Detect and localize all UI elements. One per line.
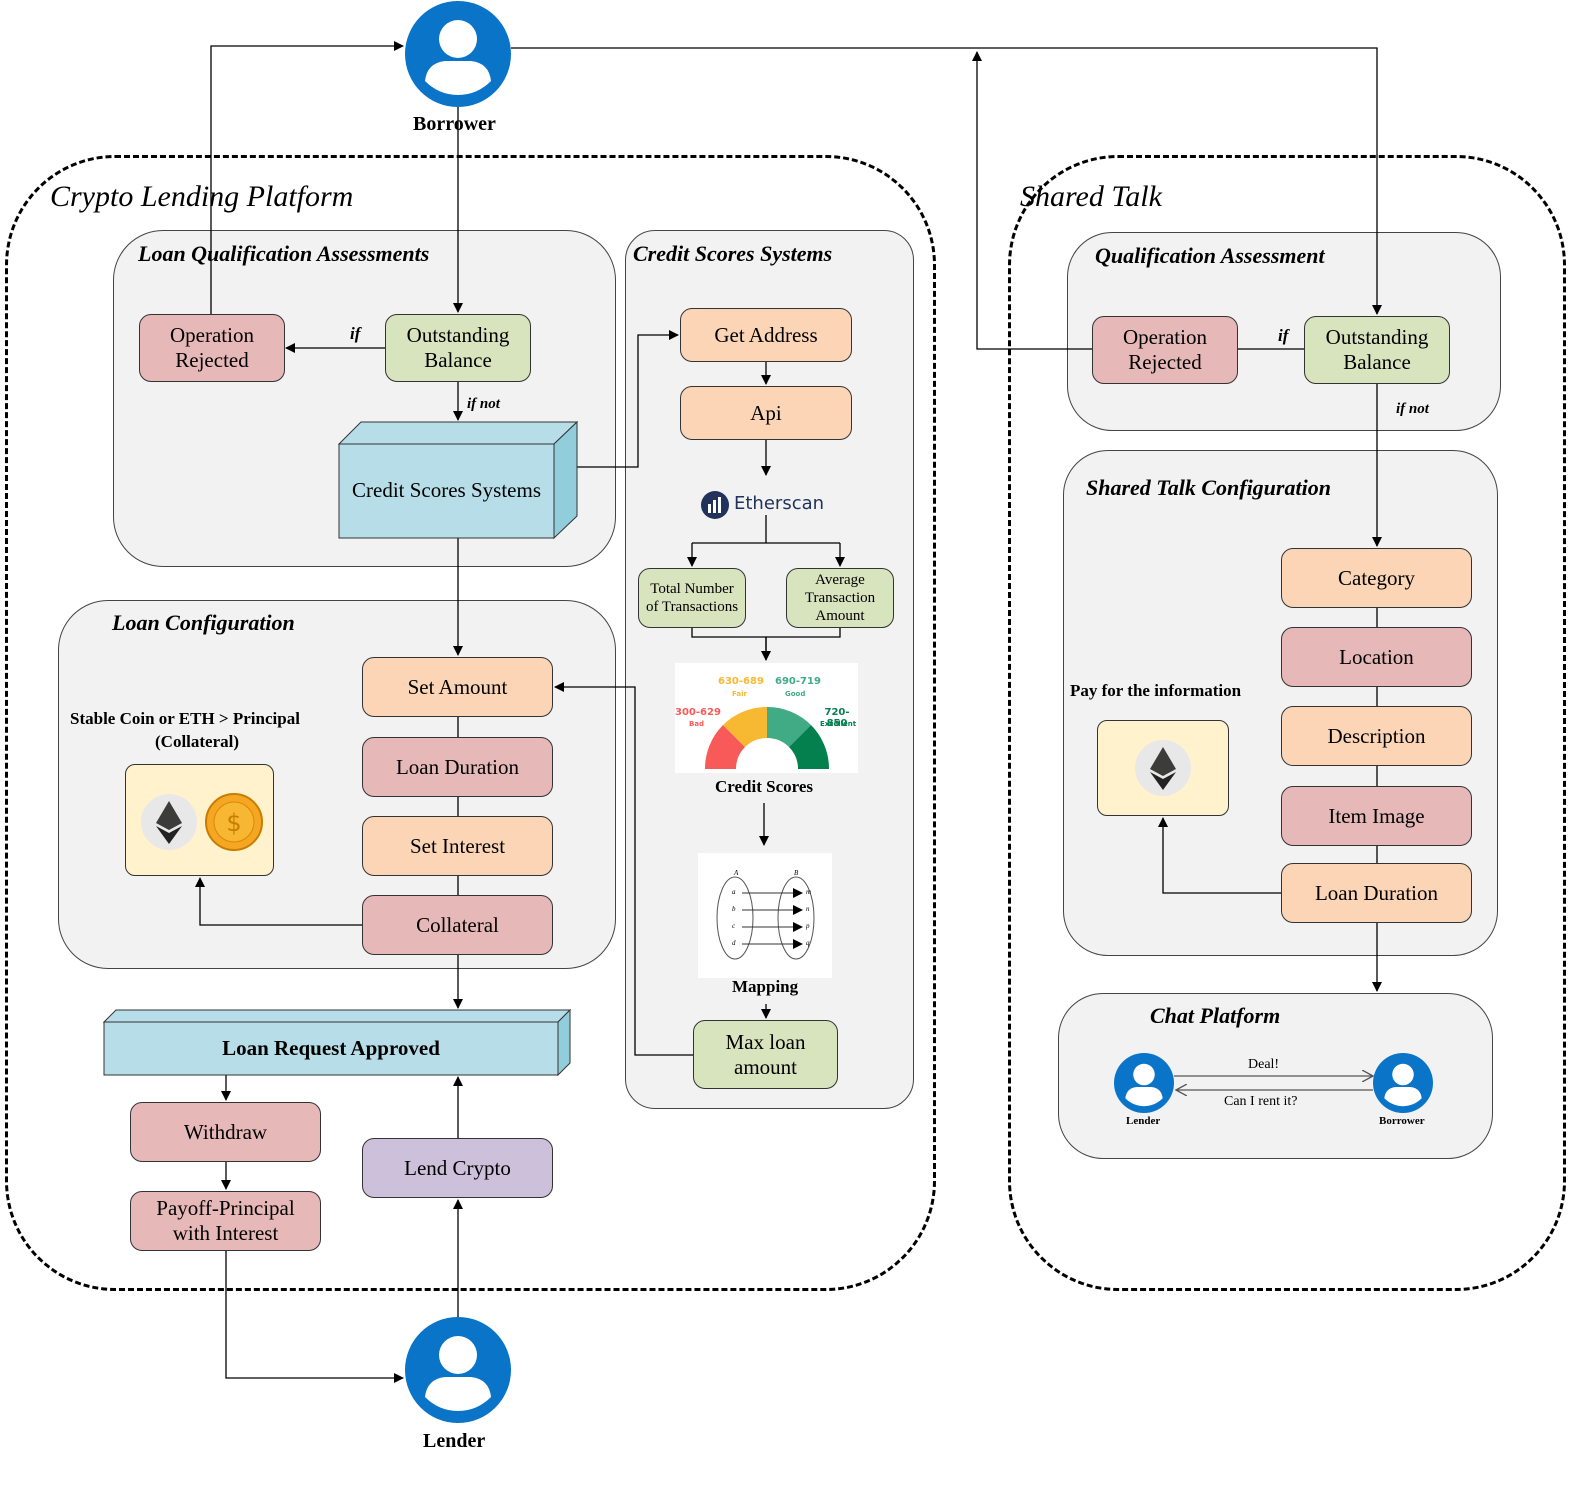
mapping-set-a: A	[734, 869, 739, 877]
mapping-label: Mapping	[732, 977, 799, 996]
if-label: if	[350, 324, 361, 343]
mapping-b-item: n	[806, 905, 810, 913]
ethereum-icon	[1135, 740, 1191, 796]
loan-configuration-title: Loan Configuration	[112, 610, 295, 635]
mapping-a-item: a	[732, 888, 736, 896]
if-not-label: if not	[467, 396, 500, 412]
mapping-set-b: B	[794, 869, 799, 877]
outstanding-balance-box[interactable]: Outstanding Balance	[385, 314, 531, 382]
loan-qualification-title: Loan Qualification Assessments	[138, 241, 430, 266]
operation-rejected-box[interactable]: Operation Rejected	[139, 314, 285, 382]
credit-scores-label: Credit Scores	[715, 777, 814, 796]
average-amount-box[interactable]: Average Transaction Amount	[786, 568, 894, 628]
chat-borrower-avatar-icon	[1373, 1053, 1433, 1113]
gold-coin-icon: $	[205, 793, 263, 851]
collateral-note-line2: (Collateral)	[155, 732, 240, 751]
borrower-label: Borrower	[413, 113, 496, 135]
credit-score-gauge: 300-629 Bad 630-689 Fair 690-719 Good 72…	[675, 663, 858, 773]
set-interest-box[interactable]: Set Interest	[362, 816, 553, 876]
chat-lender-label: Lender	[1126, 1115, 1161, 1127]
credit-scores-title: Credit Scores Systems	[633, 241, 833, 266]
category-box[interactable]: Category	[1281, 548, 1472, 608]
collateral-coins-box: $	[125, 764, 274, 876]
shared-talk-title: Shared Talk	[1020, 180, 1162, 213]
total-transactions-box[interactable]: Total Number of Transactions	[638, 568, 746, 628]
shared-talk-config-title: Shared Talk Configuration	[1086, 475, 1331, 500]
chat-platform-title: Chat Platform	[1150, 1003, 1281, 1028]
loan-duration-box[interactable]: Loan Duration	[362, 737, 553, 797]
borrower-avatar-icon[interactable]	[405, 1, 511, 107]
gauge-label-bad: Bad	[689, 720, 705, 728]
chat-lender-avatar-icon	[1114, 1053, 1174, 1113]
shared-outstanding-balance-box[interactable]: Outstanding Balance	[1304, 316, 1450, 384]
lend-crypto-box[interactable]: Lend Crypto	[362, 1138, 553, 1198]
gauge-label-fair: Fair	[732, 690, 747, 698]
shared-operation-rejected-box[interactable]: Operation Rejected	[1092, 316, 1238, 384]
gauge-label-excellent: Excellent	[820, 720, 857, 728]
lender-label: Lender	[423, 1430, 486, 1452]
mapping-b-item: m	[806, 888, 812, 896]
mapping-a-item: b	[732, 905, 736, 913]
shared-if-label: if	[1278, 326, 1289, 345]
get-address-box[interactable]: Get Address	[680, 308, 852, 362]
mapping-b-item: q	[806, 939, 810, 947]
collateral-note-line1: Stable Coin or ETH > Principal	[70, 709, 300, 728]
max-loan-amount-box[interactable]: Max loan amount	[693, 1020, 838, 1089]
payoff-box[interactable]: Payoff-Principal with Interest	[130, 1191, 321, 1251]
mapping-b-item: p	[806, 922, 810, 930]
location-box[interactable]: Location	[1281, 627, 1472, 687]
gauge-label-good: Good	[785, 690, 806, 698]
pay-for-information-label: Pay for the information	[1070, 681, 1242, 700]
diagram-canvas: Crypto Lending Platform Shared Talk Loan…	[0, 0, 1593, 1488]
shared-loan-duration-box[interactable]: Loan Duration	[1281, 863, 1472, 923]
mapping-a-item: c	[732, 922, 736, 930]
crypto-lending-platform-title: Crypto Lending Platform	[50, 180, 354, 213]
lender-avatar-icon[interactable]	[405, 1317, 511, 1423]
ethereum-icon	[141, 794, 197, 850]
eth-payment-box	[1097, 720, 1229, 816]
chat-borrower-label: Borrower	[1379, 1115, 1425, 1127]
loan-request-approved-box[interactable]: Loan Request Approved	[104, 1036, 558, 1061]
etherscan-logo-icon	[701, 491, 729, 519]
mapping-image: A B a b c d m n p q	[698, 853, 832, 978]
mapping-a-item: d	[732, 939, 736, 947]
gauge-range-bad: 300-629	[675, 707, 721, 718]
shared-if-not-label: if not	[1396, 401, 1429, 417]
etherscan-label: Etherscan	[734, 493, 825, 514]
gauge-range-good: 690-719	[775, 676, 821, 687]
description-box[interactable]: Description	[1281, 706, 1472, 766]
question-message: Can I rent it?	[1224, 1094, 1298, 1109]
qualification-assessment-title: Qualification Assessment	[1095, 243, 1325, 268]
set-amount-box[interactable]: Set Amount	[362, 657, 553, 717]
mapping-graphic	[716, 876, 815, 960]
credit-scores-systems-box[interactable]: Credit Scores Systems	[339, 478, 554, 503]
withdraw-box[interactable]: Withdraw	[130, 1102, 321, 1162]
collateral-box[interactable]: Collateral	[362, 895, 553, 955]
item-image-box[interactable]: Item Image	[1281, 786, 1472, 846]
api-box[interactable]: Api	[680, 386, 852, 440]
gauge-range-fair: 630-689	[718, 676, 764, 687]
deal-message: Deal!	[1248, 1057, 1280, 1072]
svg-text:$: $	[226, 809, 241, 837]
